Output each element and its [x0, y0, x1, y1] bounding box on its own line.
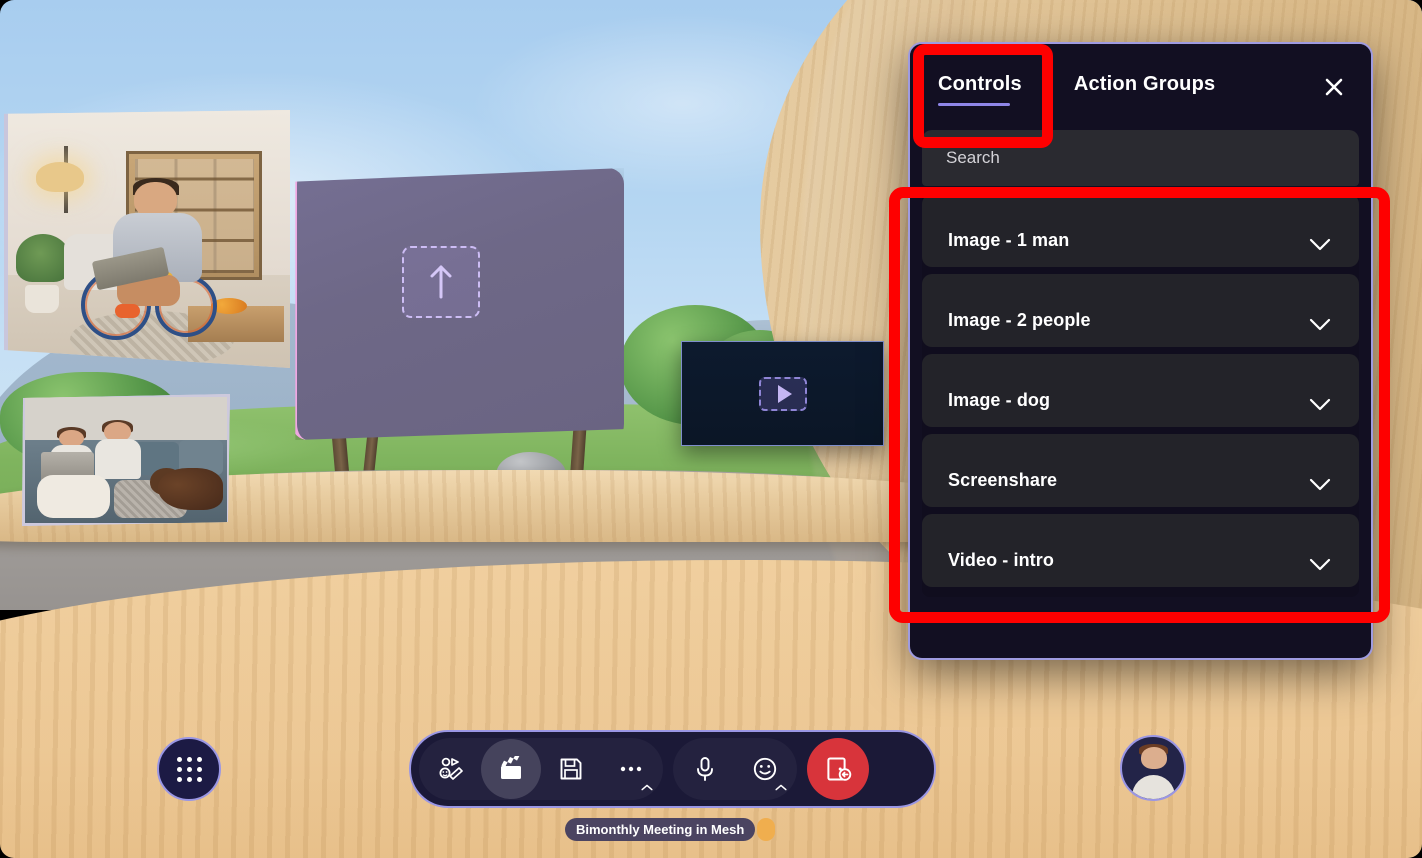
photo2-blanket — [37, 475, 110, 518]
list-item-label: Image - 2 people — [948, 310, 1091, 330]
controls-list: Image - 1 man Image - 2 people Image - d… — [922, 192, 1359, 597]
list-item[interactable]: Image - 2 people — [922, 274, 1359, 347]
photo-person-head — [134, 182, 177, 217]
toolbar-group-left — [419, 738, 663, 800]
photo-lamp — [36, 161, 85, 192]
search-field[interactable] — [922, 130, 1359, 186]
avatar-customize-icon — [439, 757, 463, 780]
scene-empty-image-board[interactable] — [295, 168, 624, 440]
list-item-label: Image - dog — [948, 390, 1051, 410]
tab-active-underline — [938, 102, 1010, 106]
leave-door-icon — [827, 757, 852, 781]
photo-person-shoe — [115, 303, 141, 319]
tab-controls-label: Controls — [938, 72, 1022, 95]
photo2-person-right-torso — [94, 439, 142, 479]
self-avatar[interactable] — [1120, 735, 1186, 801]
play-icon — [777, 384, 792, 403]
scene-empty-video-board[interactable] — [681, 341, 884, 446]
more-options-button[interactable] — [601, 739, 661, 799]
upload-dropzone[interactable] — [401, 246, 480, 319]
meeting-status-indicator — [757, 818, 775, 841]
list-item-label: Video - intro — [948, 550, 1054, 570]
photo-room-background — [8, 110, 290, 368]
meeting-title-chip: Bimonthly Meeting in Mesh — [565, 818, 756, 841]
more-options-icon — [620, 766, 642, 772]
chevron-up-icon[interactable] — [775, 784, 787, 791]
list-item[interactable]: Screenshare — [922, 434, 1359, 507]
list-item[interactable]: Image - dog — [922, 354, 1359, 427]
emoji-icon — [753, 757, 777, 781]
main-toolbar — [409, 730, 936, 808]
app-grid-icon — [176, 756, 202, 782]
microphone-button[interactable] — [675, 739, 735, 799]
scene-image-board-2-people[interactable] — [22, 394, 230, 526]
toolbar-group-right — [673, 738, 797, 800]
avatar-head — [1140, 746, 1167, 770]
chevron-up-icon[interactable] — [641, 784, 653, 791]
meeting-title-label: Bimonthly Meeting in Mesh — [576, 822, 745, 837]
leave-meeting-button[interactable] — [807, 738, 869, 800]
microphone-icon — [697, 757, 713, 781]
upload-arrow-icon — [430, 265, 452, 299]
list-item[interactable]: Image - 1 man — [922, 194, 1359, 267]
chevron-down-icon[interactable] — [1309, 478, 1331, 491]
clapperboard-icon — [501, 756, 521, 779]
avatar-body — [1131, 775, 1176, 799]
close-icon — [1325, 78, 1343, 96]
video-dropzone[interactable] — [758, 376, 807, 411]
avatar-customize-button[interactable] — [421, 739, 481, 799]
photo-person — [91, 177, 206, 326]
photo-plant — [16, 233, 71, 282]
chevron-down-icon[interactable] — [1309, 238, 1331, 251]
reactions-button[interactable] — [735, 739, 795, 799]
mesh-app-window: Controls Action Groups Image - 1 man — [0, 0, 1422, 858]
search-input[interactable] — [946, 148, 1335, 168]
photo-plant-pot — [24, 285, 59, 314]
chevron-down-icon[interactable] — [1309, 398, 1331, 411]
photo2-dog — [158, 467, 223, 511]
controls-panel: Controls Action Groups Image - 1 man — [908, 42, 1373, 660]
tab-action-groups[interactable]: Action Groups — [1072, 67, 1218, 108]
panel-header: Controls Action Groups — [910, 44, 1371, 130]
list-item-label: Image - 1 man — [948, 230, 1070, 250]
save-button[interactable] — [541, 739, 601, 799]
scenes-button[interactable] — [481, 739, 541, 799]
tab-action-groups-label: Action Groups — [1073, 72, 1216, 95]
chevron-down-icon[interactable] — [1309, 558, 1331, 571]
scene-image-board-1-man[interactable] — [4, 110, 290, 368]
tab-controls[interactable]: Controls — [936, 67, 1024, 108]
app-launcher-button[interactable] — [157, 737, 221, 801]
save-disk-icon — [560, 758, 582, 780]
list-item-label: Screenshare — [948, 470, 1058, 490]
chevron-down-icon[interactable] — [1309, 318, 1331, 331]
list-item[interactable]: Video - intro — [922, 514, 1359, 587]
photo2-background — [25, 397, 227, 523]
close-panel-button[interactable] — [1317, 70, 1351, 104]
